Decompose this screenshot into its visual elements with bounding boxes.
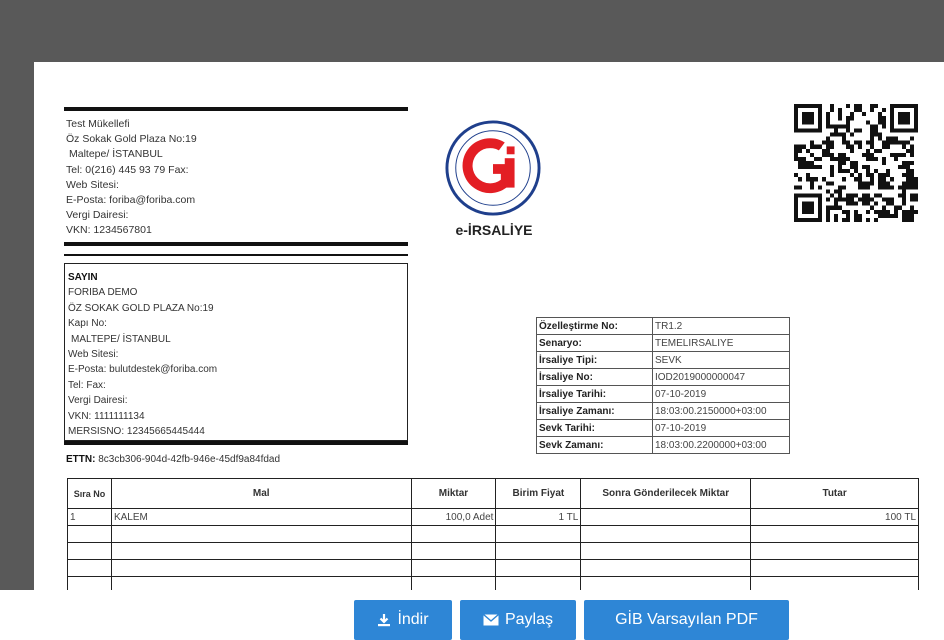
gib-default-pdf-label: GİB Varsayılan PDF xyxy=(615,611,758,628)
sender-top-rule xyxy=(64,107,408,111)
share-label: Paylaş xyxy=(504,611,554,628)
sender-tax-office: Vergi Dairesi: xyxy=(66,209,129,222)
meta-row: Senaryo: TEMELIRSALIYE xyxy=(536,334,790,352)
recipient-name: FORIBA DEMO xyxy=(68,287,138,299)
table-row: 1 KALEM 100,0 Adet 1 TL 100 TL xyxy=(67,508,919,526)
viewer-top-bar xyxy=(0,0,944,62)
table-row-empty xyxy=(67,576,919,590)
col-header-total: Tutar xyxy=(750,478,919,509)
meta-value: TR1.2 xyxy=(652,317,790,335)
recipient-web: Web Sitesi: xyxy=(68,349,119,361)
cell-total: 100 TL xyxy=(750,508,919,526)
col-header-unit-price: Birim Fiyat xyxy=(495,478,582,509)
meta-row: Sevk Zamanı: 18:03:00.2200000+03:00 xyxy=(536,436,790,454)
meta-row: İrsaliye Tarihi: 07-10-2019 xyxy=(536,385,790,403)
meta-value: 18:03:00.2150000+03:00 xyxy=(652,402,790,420)
meta-key: İrsaliye Zamanı: xyxy=(536,402,653,420)
meta-key: Özelleştirme No: xyxy=(536,317,653,335)
cell-unit-price: 1 TL xyxy=(495,508,582,526)
meta-row: İrsaliye No: IOD2019000000047 xyxy=(536,368,790,386)
cell-quantity: 100,0 Adet xyxy=(410,508,497,526)
meta-key: İrsaliye No: xyxy=(536,368,653,386)
cell-row-no: 1 xyxy=(67,508,112,526)
ettn-line: ETTN: 8c3cb306-904d-42fb-946e-45df9a84fd… xyxy=(66,454,280,465)
meta-value: 07-10-2019 xyxy=(652,419,790,437)
col-header-quantity: Miktar xyxy=(410,478,497,509)
col-header-row-no: Sıra No xyxy=(67,478,112,509)
sender-city: Maltepe/ İSTANBUL xyxy=(69,148,163,161)
gib-default-pdf-button[interactable]: GİB Varsayılan PDF xyxy=(584,600,789,640)
meta-value: TEMELIRSALIYE xyxy=(652,334,790,352)
recipient-city: MALTEPE/ İSTANBUL xyxy=(71,333,171,345)
ettn-label: ETTN: xyxy=(66,454,96,465)
ettn-value: 8c3cb306-904d-42fb-946e-45df9a84fdad xyxy=(98,454,281,465)
qr-code xyxy=(794,104,918,222)
sender-name: Test Mükellefi xyxy=(66,118,130,130)
meta-value: SEVK xyxy=(652,351,790,369)
recipient-mersis: MERSISNO: 12345665445444 xyxy=(68,426,205,438)
recipient-tax-office: Vergi Dairesi: xyxy=(68,395,128,407)
sender-bottom-rule xyxy=(64,242,408,246)
sender-vkn: VKN: 1234567801 xyxy=(66,224,152,237)
meta-row: Sevk Tarihi: 07-10-2019 xyxy=(536,419,790,437)
meta-row: İrsaliye Zamanı: 18:03:00.2150000+03:00 xyxy=(536,402,790,420)
meta-key: Sevk Zamanı: xyxy=(536,436,653,454)
recipient-heading: SAYIN xyxy=(68,272,98,283)
cell-item: KALEM xyxy=(110,508,412,526)
document-title: e-İRSALİYE xyxy=(455,222,533,238)
col-header-item: Mal xyxy=(110,478,412,509)
meta-row: Özelleştirme No: TR1.2 xyxy=(536,317,790,335)
recipient-email: E-Posta: bulutdestek@foriba.com xyxy=(68,364,218,376)
recipient-vkn: VKN: 1111111134 xyxy=(68,410,145,422)
document-meta-table: Özelleştirme No: TR1.2 Senaryo: TEMELIRSAL… xyxy=(536,317,790,454)
recipient-block: SAYIN FORIBA DEMO ÖZ SOKAK GOLD PLAZA No… xyxy=(64,263,408,441)
table-row-empty xyxy=(67,559,919,577)
meta-value: 07-10-2019 xyxy=(652,385,790,403)
download-icon xyxy=(378,614,391,627)
items-table: Sıra No Mal Miktar Birim Fiyat Sonra Gön… xyxy=(67,478,919,590)
meta-value: 18:03:00.2200000+03:00 xyxy=(652,436,790,454)
sender-web: Web Sitesi: xyxy=(66,178,119,191)
recipient-phone: Tel: Fax: xyxy=(68,379,106,391)
recipient-bottom-rule xyxy=(64,441,408,445)
share-button[interactable]: Paylaş xyxy=(460,600,576,640)
sender-block: Test Mükellefi Öz Sokak Gold Plaza No:19… xyxy=(66,117,406,239)
meta-row: İrsaliye Tipi: SEVK xyxy=(536,351,790,369)
meta-key: İrsaliye Tipi: xyxy=(536,351,653,369)
sender-phone: Tel: 0(216) 445 93 79 Fax: xyxy=(66,163,189,176)
viewer-left-bar xyxy=(0,0,34,590)
invoice-page: Test Mükellefi Öz Sokak Gold Plaza No:19… xyxy=(34,62,944,590)
recipient-door: Kapı No: xyxy=(68,318,107,330)
meta-key: İrsaliye Tarihi: xyxy=(536,385,653,403)
sender-email: E-Posta: foriba@foriba.com xyxy=(66,194,196,207)
cell-later-qty xyxy=(580,508,752,526)
gib-logo-icon xyxy=(445,120,541,216)
recipient-address: ÖZ SOKAK GOLD PLAZA No:19 xyxy=(68,302,214,314)
download-button[interactable]: İndir xyxy=(354,600,452,640)
recipient-top-rule xyxy=(64,254,408,256)
table-row-empty xyxy=(67,525,919,543)
col-header-later-qty: Sonra Gönderilecek Miktar xyxy=(580,478,752,509)
meta-value: IOD2019000000047 xyxy=(652,368,790,386)
table-row-empty xyxy=(67,542,919,560)
sender-address: Öz Sokak Gold Plaza No:19 xyxy=(66,133,197,146)
meta-key: Sevk Tarihi: xyxy=(536,419,653,437)
download-label: İndir xyxy=(397,611,429,628)
items-header-row: Sıra No Mal Miktar Birim Fiyat Sonra Gön… xyxy=(67,478,919,509)
envelope-icon xyxy=(483,614,499,626)
meta-key: Senaryo: xyxy=(536,334,653,352)
